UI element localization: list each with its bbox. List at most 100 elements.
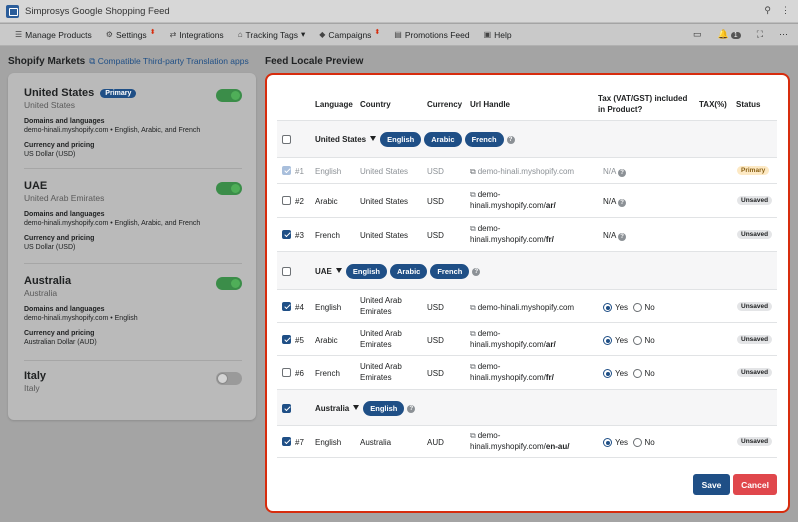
- menu-label: Campaigns: [328, 29, 372, 40]
- tax-radio-group: Yes No: [603, 302, 655, 313]
- language-pill[interactable]: French: [430, 264, 470, 279]
- notification-count: 1: [730, 32, 741, 39]
- row-checkbox[interactable]: [282, 196, 291, 205]
- radio-label: No: [644, 303, 655, 312]
- filter-icon[interactable]: [335, 268, 342, 273]
- row-url-link[interactable]: ⧉ demo- hinali.myshopify.com/fr/: [470, 223, 554, 245]
- help-icon[interactable]: ?: [618, 233, 627, 241]
- market-united-states: United States Primary United States Domai…: [24, 87, 242, 158]
- row-checkbox[interactable]: [282, 335, 291, 344]
- row-country: United States: [360, 167, 409, 176]
- menu-integrations[interactable]: ⇄ Integrations: [170, 30, 224, 40]
- row-url-link[interactable]: ⧉ demo- hinali.myshopify.com/fr/: [470, 361, 554, 383]
- row-checkbox[interactable]: [282, 368, 291, 377]
- group-checkbox[interactable]: [282, 267, 291, 276]
- menu-settings[interactable]: ⚙ Settings ⬍: [106, 29, 156, 40]
- language-pill[interactable]: Arabic: [424, 132, 462, 147]
- domains-label: Domains and languages: [24, 211, 105, 218]
- language-pill[interactable]: English: [345, 264, 387, 279]
- help-icon[interactable]: ?: [506, 135, 515, 144]
- more-horizontal-icon[interactable]: ⋯: [779, 29, 788, 40]
- tax-yes-radio[interactable]: [603, 369, 612, 379]
- table-row: #4 English United Arab Emirates USD ⧉ dem…: [277, 290, 777, 323]
- table-header: Language Country Currency Url Handle Tax…: [277, 87, 777, 121]
- radio-label: No: [644, 336, 655, 345]
- currency-value: Australian Dollar (AUD): [24, 339, 97, 346]
- shopify-markets-header: Shopify Markets ⧉ Compatible Third-party…: [8, 56, 249, 67]
- table-row: #6 French United Arab Emirates USD ⧉ demo…: [277, 356, 777, 390]
- menu-campaigns[interactable]: ◆ Campaigns ⬍: [319, 29, 380, 40]
- row-language: Arabic: [315, 336, 338, 345]
- window-titlebar: Simprosys Google Shopping Feed ⚲ ⋮: [0, 0, 798, 23]
- language-pill[interactable]: French: [464, 132, 504, 147]
- row-url-link[interactable]: ⧉ demo- hinali.myshopify.com/en-au/: [470, 430, 569, 452]
- help-icon[interactable]: ?: [472, 267, 481, 276]
- help-icon[interactable]: ?: [618, 199, 627, 207]
- market-toggle[interactable]: [216, 277, 242, 290]
- row-number: #3: [295, 231, 304, 240]
- url-text: hinali.myshopify.com/: [470, 340, 546, 349]
- window-title: Simprosys Google Shopping Feed: [25, 5, 170, 17]
- row-url-link[interactable]: ⧉ demo- hinali.myshopify.com/ar/: [470, 328, 556, 350]
- language-pill[interactable]: Arabic: [389, 264, 428, 279]
- tax-no-radio[interactable]: [632, 438, 642, 448]
- currency-value: US Dollar (USD): [24, 151, 76, 158]
- status-badge: Unsaved: [737, 368, 773, 377]
- primary-badge: Primary: [100, 88, 137, 98]
- radio-label: No: [644, 369, 655, 378]
- menu-manage-products[interactable]: ☰ Manage Products: [15, 30, 92, 40]
- row-language: French: [315, 231, 340, 240]
- group-checkbox[interactable]: [282, 135, 291, 144]
- cancel-button[interactable]: Cancel: [733, 474, 777, 495]
- link-label: Compatible Third-party Translation apps: [97, 56, 249, 66]
- tax-yes-radio[interactable]: [603, 336, 612, 346]
- chat-icon: ▣: [483, 30, 492, 39]
- status-badge: Unsaved: [737, 302, 773, 311]
- save-button[interactable]: Save: [693, 474, 730, 495]
- menu-help[interactable]: ▣ Help: [484, 30, 512, 40]
- market-italy: Italy Italy: [24, 370, 242, 393]
- group-checkbox[interactable]: [282, 404, 291, 413]
- url-text: demo-: [477, 431, 501, 440]
- market-toggle[interactable]: [216, 89, 242, 102]
- tax-no-radio[interactable]: [632, 303, 642, 313]
- notifications-button[interactable]: 🔔 1: [718, 29, 741, 40]
- card-icon[interactable]: ▭: [693, 29, 702, 40]
- menu-label: Integrations: [179, 29, 224, 40]
- market-toggle[interactable]: [216, 182, 242, 195]
- translation-apps-link[interactable]: ⧉ Compatible Third-party Translation app…: [89, 56, 248, 67]
- external-link-icon: ⧉: [470, 431, 476, 440]
- country-line: Emirates: [360, 373, 392, 382]
- col-status: Status: [736, 100, 761, 109]
- help-icon[interactable]: ?: [618, 169, 627, 177]
- row-tax: N/A ?: [603, 166, 627, 177]
- domains-label: Domains and languages: [24, 118, 105, 125]
- more-vertical-icon[interactable]: ⋮: [781, 5, 790, 16]
- tax-radio-group: Yes No: [603, 368, 655, 379]
- group-name: Australia: [315, 404, 350, 413]
- menu-promotions-feed[interactable]: ▤ Promotions Feed: [394, 30, 469, 40]
- help-icon[interactable]: ?: [407, 404, 416, 413]
- tax-no-radio[interactable]: [632, 336, 642, 346]
- language-pill[interactable]: English: [363, 401, 405, 416]
- fullscreen-icon[interactable]: ⛶: [757, 29, 763, 40]
- tax-no-radio[interactable]: [632, 369, 642, 379]
- language-pill[interactable]: English: [380, 132, 422, 147]
- row-url-link[interactable]: ⧉ demo-hinali.myshopify.com: [470, 166, 574, 177]
- pin-icon[interactable]: ⚲: [764, 5, 771, 16]
- market-toggle[interactable]: [216, 372, 242, 385]
- top-menu-bar: ☰ Manage Products ⚙ Settings ⬍ ⇄ Integra…: [0, 24, 798, 46]
- col-url-handle: Url Handle: [470, 100, 511, 109]
- tax-yes-radio[interactable]: [603, 438, 612, 448]
- filter-icon[interactable]: [353, 405, 360, 410]
- tax-yes-radio[interactable]: [603, 303, 612, 313]
- filter-icon[interactable]: [370, 136, 377, 141]
- row-checkbox[interactable]: [282, 230, 291, 239]
- row-url-link[interactable]: ⧉ demo- hinali.myshopify.com/ar/: [470, 189, 556, 211]
- row-url-link[interactable]: ⧉ demo-hinali.myshopify.com: [470, 302, 574, 313]
- row-checkbox[interactable]: [282, 437, 291, 446]
- market-region: United Arab Emirates: [24, 193, 105, 203]
- row-checkbox[interactable]: [282, 302, 291, 311]
- menu-tracking-tags[interactable]: ⌂ Tracking Tags ▾: [238, 29, 306, 40]
- market-uae: UAE United Arab Emirates Domains and lan…: [24, 180, 242, 251]
